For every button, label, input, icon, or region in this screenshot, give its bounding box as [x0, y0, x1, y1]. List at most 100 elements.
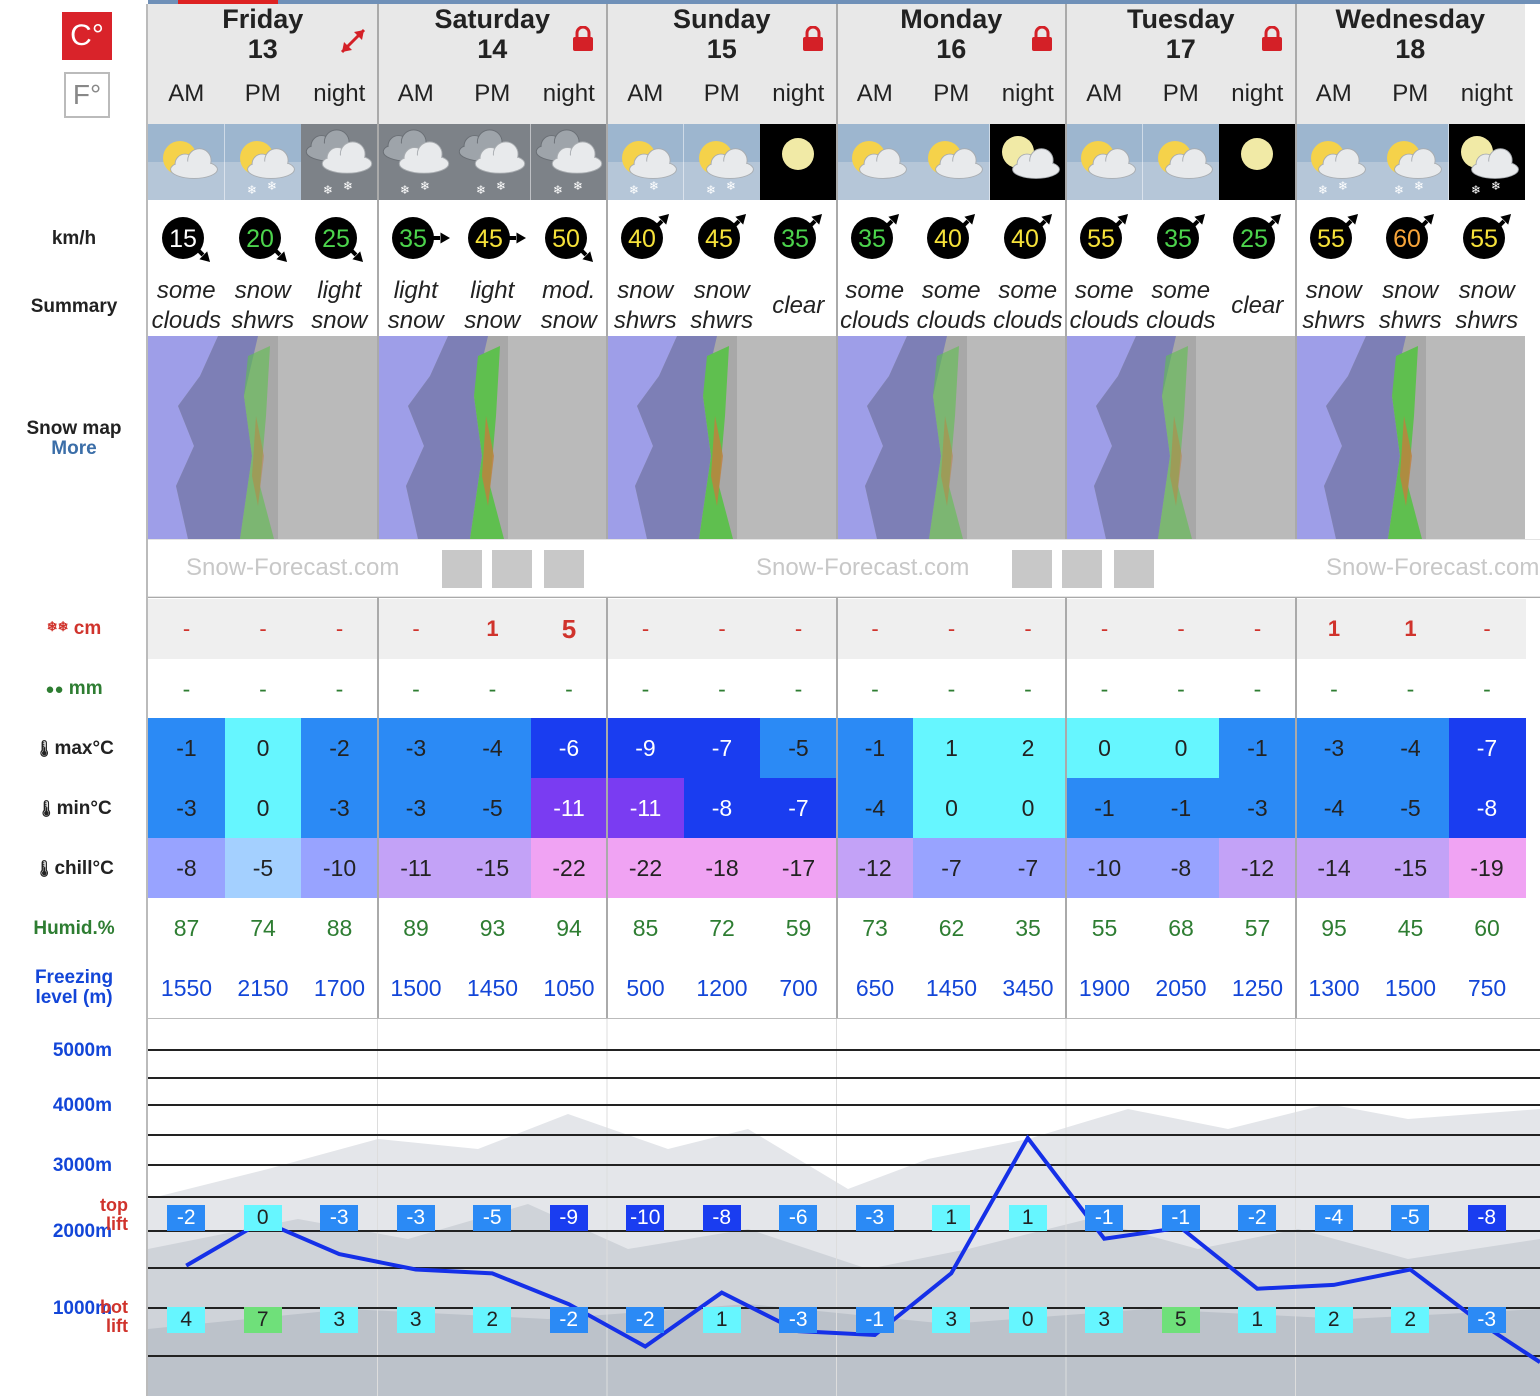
weather-icon: ❄ ❄	[224, 124, 301, 200]
day-header[interactable]: Friday 13	[148, 4, 378, 64]
max-temp-cell: -7	[1448, 718, 1526, 778]
snowmap-more-link[interactable]: More	[0, 438, 148, 460]
wind-speed: 25	[322, 225, 350, 253]
snow-amount-cell: 5	[530, 599, 608, 659]
wind-arrow-icon: 15	[162, 217, 211, 263]
summary-line1: some	[1074, 277, 1134, 304]
period-label: AM	[1066, 64, 1143, 124]
snow-amount-cell: 1	[454, 599, 531, 659]
summary-line1: light	[393, 277, 438, 304]
snow-amount-cell: -	[148, 599, 225, 659]
wind-arrow-icon: 35	[1156, 213, 1205, 259]
summary-cell: some clouds	[837, 276, 914, 336]
chill-temp-cell: -15	[1372, 838, 1449, 898]
wind-speed: 25	[1240, 225, 1268, 253]
sun-icon	[544, 550, 584, 588]
summary-line2: clouds	[151, 307, 221, 334]
bot-lift-temp-badge: -2	[626, 1307, 665, 1333]
period-label: AM	[377, 64, 454, 124]
rain-amount-cell: -	[913, 659, 990, 719]
expand-icon[interactable]	[336, 24, 370, 58]
summary-line2: shwrs	[690, 307, 754, 334]
day-header[interactable]: Wednesday 18	[1295, 4, 1525, 64]
bot-lift-temp-badge: -3	[779, 1307, 818, 1333]
lock-icon[interactable]	[801, 25, 825, 52]
snow-map-image[interactable]	[148, 336, 378, 539]
snow-amount-cell: -	[1142, 599, 1220, 659]
bot-lift-temp-badge: 3	[932, 1307, 971, 1333]
summary-cell: snow shwrs	[1296, 276, 1373, 336]
summary-cell: clear	[1219, 276, 1296, 336]
wind-cell: 60	[1372, 200, 1449, 276]
celsius-button[interactable]: C°	[62, 12, 112, 60]
summary-line1: snow	[1382, 277, 1439, 304]
day-date: 18	[1395, 34, 1426, 64]
wind-speed: 40	[934, 225, 962, 253]
wind-arrow-icon: 40	[927, 213, 976, 259]
day-name: Wednesday	[1335, 4, 1486, 34]
day-header[interactable]: Saturday 14	[377, 4, 607, 64]
snow-amount-cell: 1	[1372, 599, 1449, 659]
rain-amount-cell: -	[530, 659, 608, 719]
wind-speed: 20	[246, 225, 274, 253]
snow-map-image[interactable]	[607, 336, 837, 539]
snowflake-icon: ❄❄	[46, 619, 69, 634]
wind-cell: 20	[225, 200, 302, 276]
summary-cell: some clouds	[1143, 276, 1220, 336]
fahrenheit-button[interactable]: F°	[64, 72, 110, 118]
day-separator	[1065, 597, 1067, 1019]
sun-icon	[1114, 550, 1154, 588]
bot-lift-word: bot	[100, 1297, 128, 1317]
snow-map-image[interactable]	[1295, 336, 1526, 539]
thermometer-icon: 🌡	[34, 861, 55, 878]
snow-map-image[interactable]	[377, 336, 608, 539]
day-header[interactable]: Monday 16	[836, 4, 1066, 64]
bot-lift-temp-badge: 1	[1238, 1307, 1277, 1333]
snow-forecast-logo: Snow-Forecast.com	[186, 554, 400, 581]
freezing-level-cell: 1450	[913, 958, 990, 1018]
top-lift-temp-badge: -8	[1467, 1205, 1506, 1231]
summary-line1: snow	[234, 277, 291, 304]
bot-lift-temp-badge: 2	[473, 1307, 512, 1333]
day-header[interactable]: Sunday 15	[607, 4, 837, 64]
top-lift-temp-badge: -6	[779, 1205, 818, 1231]
svg-text:❄: ❄	[649, 179, 659, 193]
snow-map-image[interactable]	[836, 336, 1067, 539]
wind-speed: 55	[1087, 225, 1115, 253]
top-lift-temp-badge: 1	[932, 1205, 971, 1231]
weather-icon: ❄ ❄	[607, 124, 684, 200]
svg-text:❄: ❄	[400, 183, 410, 197]
snow-amount-cell: -	[377, 599, 455, 659]
summary-line2: clouds	[916, 307, 986, 334]
bot-lift-temp-badge: 3	[1085, 1307, 1124, 1333]
humidity-cell: 94	[530, 898, 608, 958]
summary-line1: some	[1151, 277, 1211, 304]
period-label: AM	[1295, 64, 1372, 124]
freezing-level-cell: 750	[1448, 958, 1526, 1018]
rain-amount-cell: -	[1448, 659, 1526, 719]
summary-line1: light	[470, 277, 515, 304]
wind-arrow-icon: 45	[697, 213, 746, 259]
wind-speed: 35	[1164, 225, 1192, 253]
lock-icon[interactable]	[571, 25, 595, 52]
summary-line2: snow	[311, 307, 368, 334]
wind-cell: 40	[990, 200, 1067, 276]
wind-speed: 55	[1470, 225, 1498, 253]
summary-line2: shwrs	[1378, 307, 1442, 334]
svg-text:❄: ❄	[496, 179, 506, 193]
summary-line1: snow	[693, 277, 750, 304]
day-header[interactable]: Tuesday 17	[1066, 4, 1296, 64]
top-lift-temp-badge: 1	[1008, 1205, 1047, 1231]
summary-cell: some clouds	[148, 276, 225, 336]
summary-cell: snow shwrs	[1449, 276, 1526, 336]
snow-unit: cm	[73, 618, 102, 639]
day-separator	[606, 597, 608, 1019]
top-lift-temp-badge: -10	[626, 1205, 665, 1231]
snow-map-image[interactable]	[1066, 336, 1296, 539]
wind-arrow-icon: 55	[1462, 213, 1511, 259]
weather-icon	[989, 124, 1066, 200]
summary-cell: mod. snow	[531, 276, 608, 336]
wind-arrow-icon: 35	[774, 213, 823, 259]
lock-icon[interactable]	[1260, 25, 1284, 52]
lock-icon[interactable]	[1030, 25, 1054, 52]
